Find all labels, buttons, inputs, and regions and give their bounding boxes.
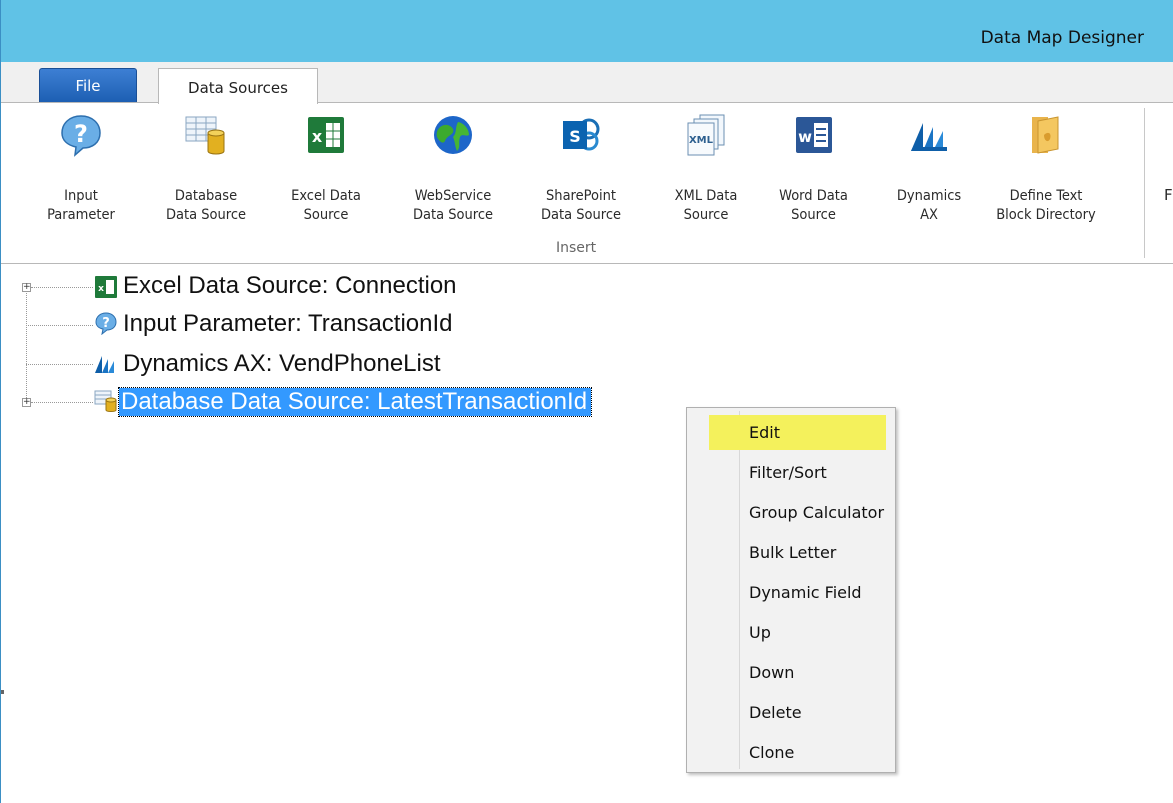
svg-text:w: w	[798, 128, 812, 146]
menu-item-up[interactable]: Up	[749, 623, 771, 642]
word-label-2: Source	[791, 207, 836, 223]
database-icon	[185, 116, 225, 155]
webservice-data-source-button[interactable]: WebService Data Source	[393, 103, 513, 233]
sharepoint-label-2: Data Source	[540, 207, 622, 223]
database-data-source-button[interactable]: Database Data Source	[151, 103, 261, 233]
dynamics-ax-icon	[911, 123, 947, 151]
data-map-designer-window: Data Map Designer File Data Sources ? In…	[0, 0, 1173, 803]
context-menu-highlight	[709, 415, 886, 450]
tree-expand-toggle[interactable]: +	[22, 283, 31, 292]
menu-item-clone[interactable]: Clone	[749, 743, 794, 762]
tree-node-excel-connection[interactable]: Excel Data Source: Connection	[123, 272, 457, 300]
word-icon: w	[795, 117, 832, 153]
define-text-block-directory-button[interactable]: Define Text Block Directory	[976, 103, 1116, 233]
tree-connector	[26, 364, 93, 365]
ribbon-overflow-text[interactable]: F	[1164, 186, 1173, 204]
menu-item-group-calculator[interactable]: Group Calculator	[749, 503, 884, 522]
title-bar[interactable]: Data Map Designer	[1, 0, 1173, 62]
excel-label-1: Excel Data	[291, 188, 361, 204]
tree-expand-toggle[interactable]: +	[22, 398, 31, 407]
dynamics-ax-button[interactable]: Dynamics AX	[874, 103, 984, 233]
svg-text:x: x	[312, 127, 323, 146]
excel-icon: x	[308, 117, 344, 153]
database-label-2: Data Source	[165, 207, 247, 223]
database-label-1: Database	[174, 188, 238, 204]
tree-node-dynamics-ax[interactable]: Dynamics AX: VendPhoneList	[123, 350, 441, 378]
ribbon-group-insert-label: Insert	[556, 240, 597, 256]
dynamics-label-1: Dynamics	[896, 188, 962, 204]
tree-connector	[26, 325, 93, 326]
tab-file[interactable]: File	[39, 68, 137, 102]
tree-connector-vertical	[26, 287, 27, 400]
menu-item-dynamic-field[interactable]: Dynamic Field	[749, 583, 862, 602]
word-label-1: Word Data	[779, 188, 848, 204]
menu-item-down[interactable]: Down	[749, 663, 794, 682]
sharepoint-label-1: SharePoint	[546, 188, 616, 204]
svg-text:x: x	[98, 284, 104, 294]
excel-label-2: Source	[303, 207, 349, 223]
tree-connector	[31, 287, 93, 288]
xml-data-source-button[interactable]: XML XML Data Source	[656, 103, 756, 233]
define-text-label-1: Define Text	[1009, 188, 1083, 204]
define-text-label-2: Block Directory	[996, 207, 1096, 223]
svg-text:XML: XML	[689, 135, 714, 146]
webservice-label-2: Data Source	[412, 207, 494, 223]
database-icon	[94, 390, 117, 412]
window-edge-mark	[1, 690, 4, 694]
excel-icon: x	[95, 276, 117, 298]
xml-label-2: Source	[683, 207, 729, 223]
word-data-source-button[interactable]: w Word Data Source	[761, 103, 866, 233]
ribbon-group-separator	[1144, 108, 1145, 258]
input-parameter-button[interactable]: ? Input Parameter	[31, 103, 131, 233]
excel-data-source-button[interactable]: x Excel Data Source	[276, 103, 376, 233]
menu-item-bulk-letter[interactable]: Bulk Letter	[749, 543, 836, 562]
tab-data-sources[interactable]: Data Sources	[158, 68, 318, 104]
input-parameter-icon: ?	[95, 312, 117, 335]
globe-icon	[434, 116, 472, 154]
input-parameter-label-2: Parameter	[47, 207, 115, 223]
svg-text:?: ?	[102, 316, 110, 331]
folder-icon	[1032, 116, 1059, 154]
sharepoint-icon: S	[563, 118, 600, 151]
dynamics-ax-icon	[95, 356, 114, 373]
input-parameter-icon: ?	[61, 115, 101, 157]
svg-text:S: S	[569, 127, 581, 146]
window-title: Data Map Designer	[980, 28, 1144, 48]
input-parameter-label-1: Input	[64, 188, 98, 204]
tree-node-database-latest-transaction[interactable]: Database Data Source: LatestTransactionI…	[117, 387, 593, 417]
menu-item-edit[interactable]: Edit	[749, 423, 780, 442]
tree-node-input-parameter[interactable]: Input Parameter: TransactionId	[123, 310, 453, 338]
menu-item-filter-sort[interactable]: Filter/Sort	[749, 463, 827, 482]
webservice-label-1: WebService	[414, 188, 492, 204]
context-menu-gutter	[739, 411, 740, 769]
sharepoint-data-source-button[interactable]: S SharePoint Data Source	[521, 103, 641, 233]
xml-icon: XML	[687, 114, 725, 156]
dynamics-label-2: AX	[920, 207, 938, 223]
tree-connector	[31, 402, 93, 403]
xml-label-1: XML Data	[674, 188, 738, 204]
menu-item-delete[interactable]: Delete	[749, 703, 802, 722]
svg-text:?: ?	[74, 120, 88, 148]
